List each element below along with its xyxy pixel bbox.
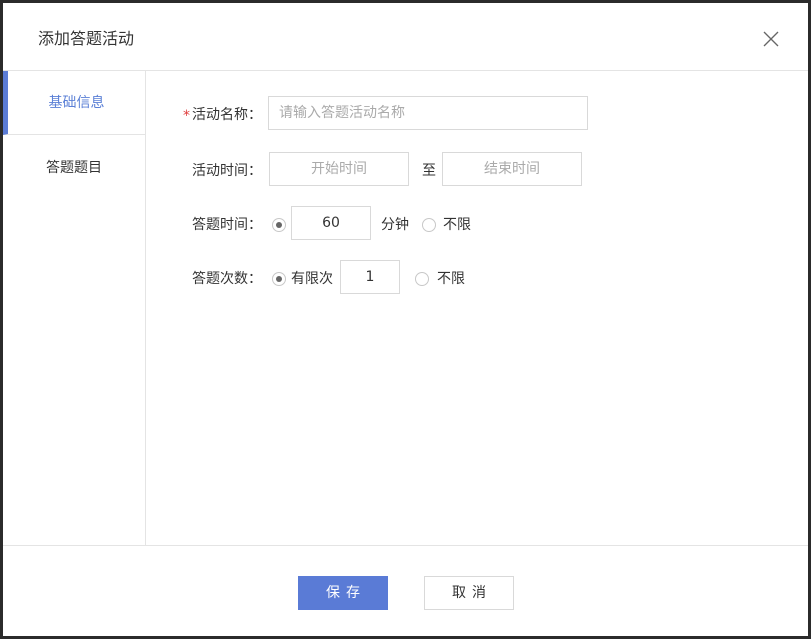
close-icon[interactable]: [762, 30, 780, 48]
time-separator: 至: [422, 163, 436, 179]
activity-time-label: 活动时间：: [192, 163, 262, 179]
activity-name-input[interactable]: [268, 96, 588, 130]
duration-unlimited-label[interactable]: 不限: [443, 215, 471, 235]
start-time-input[interactable]: [269, 152, 409, 186]
duration-unit: 分钟: [381, 217, 409, 233]
attempts-count-input[interactable]: [340, 260, 400, 294]
add-quiz-activity-dialog: 添加答题活动 基础信息 答题题目 * 活动名称： 活动时间： 至 答题时间： 分…: [3, 3, 808, 636]
attempts-limited-label[interactable]: 有限次: [291, 269, 333, 289]
dialog-title: 添加答题活动: [38, 29, 135, 48]
attempts-unlimited-radio[interactable]: [415, 272, 429, 286]
quiz-attempts-label: 答题次数：: [192, 271, 262, 287]
attempts-unlimited-label[interactable]: 不限: [437, 269, 465, 289]
dialog-header: 添加答题活动: [3, 3, 808, 71]
tab-quiz-questions[interactable]: 答题题目: [3, 136, 145, 200]
duration-limited-radio[interactable]: [272, 218, 286, 232]
dialog-footer: 保存 取消: [3, 545, 808, 636]
form-area: * 活动名称： 活动时间： 至 答题时间： 分钟 不限 答题次数： 有限次 不限: [146, 71, 808, 545]
tab-basic-info[interactable]: 基础信息: [3, 71, 145, 135]
duration-minutes-input[interactable]: [291, 206, 371, 240]
quiz-duration-label: 答题时间：: [192, 217, 262, 233]
sidebar: 基础信息 答题题目: [3, 71, 146, 545]
activity-name-label: 活动名称：: [192, 107, 262, 123]
duration-unlimited-radio[interactable]: [422, 218, 436, 232]
end-time-input[interactable]: [442, 152, 582, 186]
attempts-limited-radio[interactable]: [272, 272, 286, 286]
cancel-button[interactable]: 取消: [424, 576, 514, 610]
save-button[interactable]: 保存: [298, 576, 388, 610]
